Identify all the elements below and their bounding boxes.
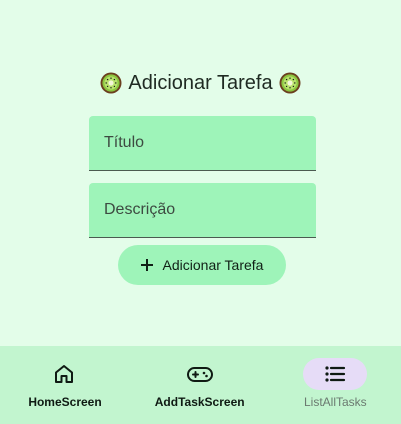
description-input[interactable] bbox=[89, 183, 316, 237]
kiwi-icon bbox=[100, 72, 122, 94]
nav-item-add-task[interactable]: AddTaskScreen bbox=[134, 346, 268, 424]
add-task-button-label: Adicionar Tarefa bbox=[162, 257, 264, 273]
add-task-screen: Adicionar Tarefa Adicionar Tarefa bbox=[0, 0, 401, 346]
description-field[interactable] bbox=[89, 183, 316, 238]
add-task-button[interactable]: Adicionar Tarefa bbox=[118, 245, 286, 285]
nav-item-home[interactable]: HomeScreen bbox=[0, 346, 134, 424]
title-field[interactable] bbox=[89, 116, 316, 171]
page-title-row: Adicionar Tarefa bbox=[0, 68, 401, 98]
bottom-navigation: HomeScreen AddTaskScreen ListAllTasks bbox=[0, 346, 401, 424]
page-title: Adicionar Tarefa bbox=[128, 71, 273, 94]
gamepad-icon bbox=[186, 367, 213, 382]
nav-label-add-task: AddTaskScreen bbox=[154, 395, 245, 409]
title-input[interactable] bbox=[89, 116, 316, 170]
kiwi-icon bbox=[279, 72, 301, 94]
nav-item-list-all[interactable]: ListAllTasks bbox=[267, 346, 401, 424]
nav-label-list-all: ListAllTasks bbox=[304, 395, 367, 409]
nav-active-indicator bbox=[303, 358, 368, 390]
list-icon bbox=[325, 366, 346, 382]
nav-icon-container bbox=[168, 358, 232, 390]
nav-label-home: HomeScreen bbox=[28, 395, 102, 409]
plus-icon bbox=[140, 259, 153, 271]
home-icon bbox=[55, 365, 73, 383]
nav-icon-container bbox=[32, 358, 96, 390]
